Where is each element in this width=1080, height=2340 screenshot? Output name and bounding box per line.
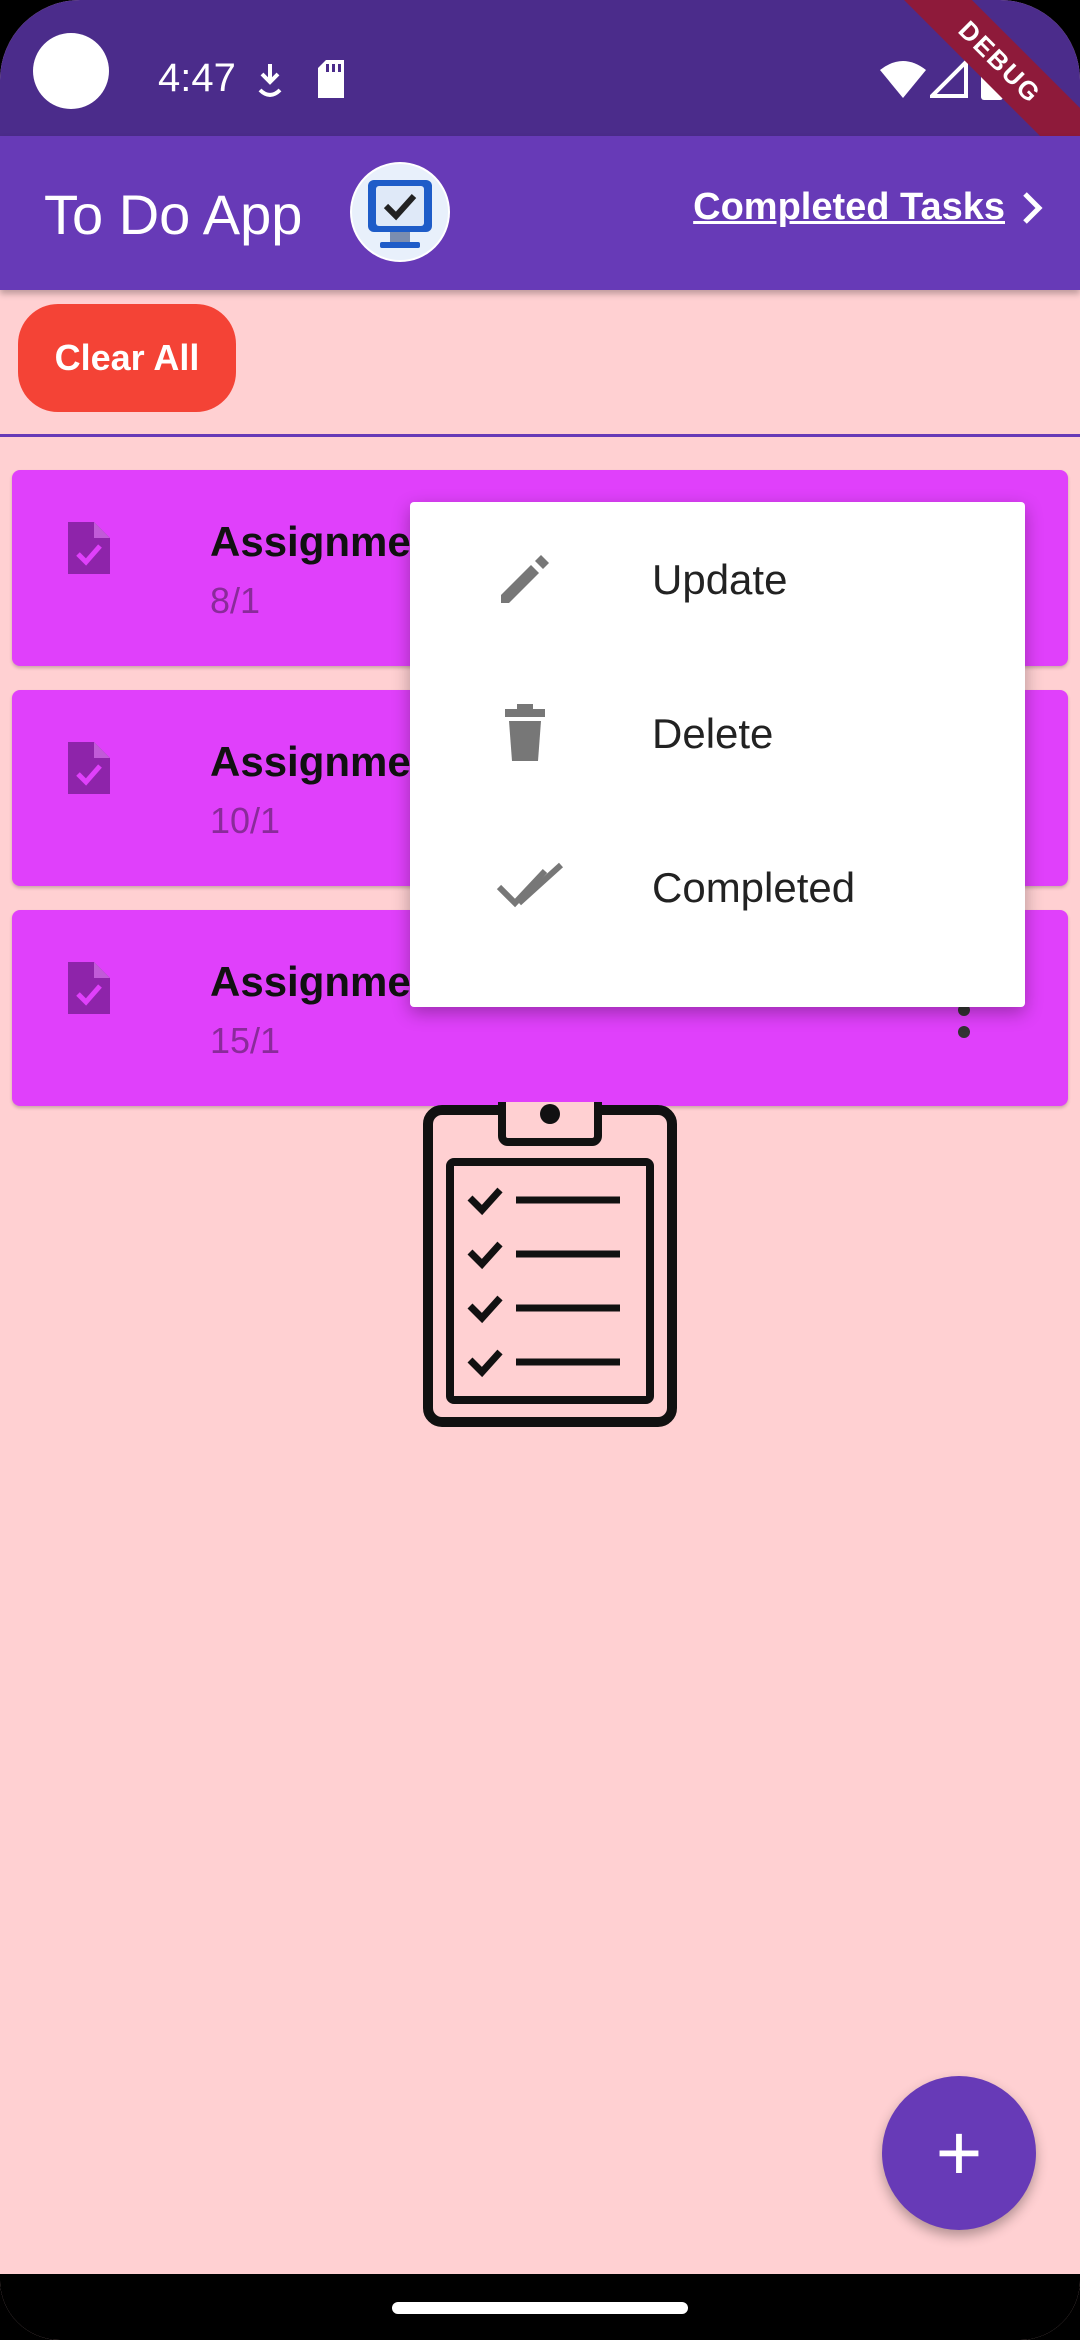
home-indicator[interactable] xyxy=(392,2302,688,2314)
task-date: 8/1 xyxy=(210,580,261,621)
task-date: 10/1 xyxy=(210,800,281,841)
double-check-icon xyxy=(496,862,564,908)
task-file-check-icon xyxy=(68,742,110,794)
chevron-right-icon xyxy=(1023,191,1043,224)
divider xyxy=(0,434,1080,437)
add-task-button[interactable]: + xyxy=(882,2076,1036,2230)
clipboard-checklist-icon xyxy=(423,1102,677,1427)
menu-item-update[interactable]: Update xyxy=(410,502,1025,656)
menu-item-label: Delete xyxy=(652,710,774,757)
menu-item-delete[interactable]: Delete xyxy=(410,656,1025,810)
completed-tasks-label: Completed Tasks xyxy=(693,186,1005,228)
task-date: 15/1 xyxy=(210,1020,281,1061)
checklist-monitor-icon xyxy=(350,162,450,262)
wifi-icon xyxy=(880,61,926,98)
camera-cutout xyxy=(33,33,109,109)
task-title: Assignme xyxy=(210,738,411,785)
task-file-check-icon xyxy=(68,522,110,574)
app-title: To Do App xyxy=(44,183,303,246)
pencil-icon xyxy=(501,555,549,603)
task-popup-menu: Update Delete Completed xyxy=(410,502,1025,1007)
task-file-check-icon xyxy=(68,962,110,1014)
menu-item-label: Update xyxy=(652,556,788,603)
menu-item-completed[interactable]: Completed xyxy=(410,810,1025,964)
signal-icon xyxy=(930,60,968,98)
menu-item-label: Completed xyxy=(652,864,856,911)
clear-all-button[interactable]: Clear All xyxy=(18,304,236,412)
app-screen: 4:47 DEBUG To Do App Completed Tasks Cle… xyxy=(0,0,1080,2340)
download-icon xyxy=(258,64,282,97)
sd-card-icon xyxy=(318,60,344,98)
status-time: 4:47 xyxy=(158,56,236,100)
trash-icon xyxy=(505,704,545,761)
task-title: Assignme xyxy=(210,958,411,1005)
status-bar: 4:47 DEBUG xyxy=(0,0,1080,186)
completed-tasks-link[interactable]: Completed Tasks xyxy=(693,186,1045,229)
app-bar: To Do App Completed Tasks xyxy=(0,136,1080,290)
task-title: Assignme xyxy=(210,518,411,565)
